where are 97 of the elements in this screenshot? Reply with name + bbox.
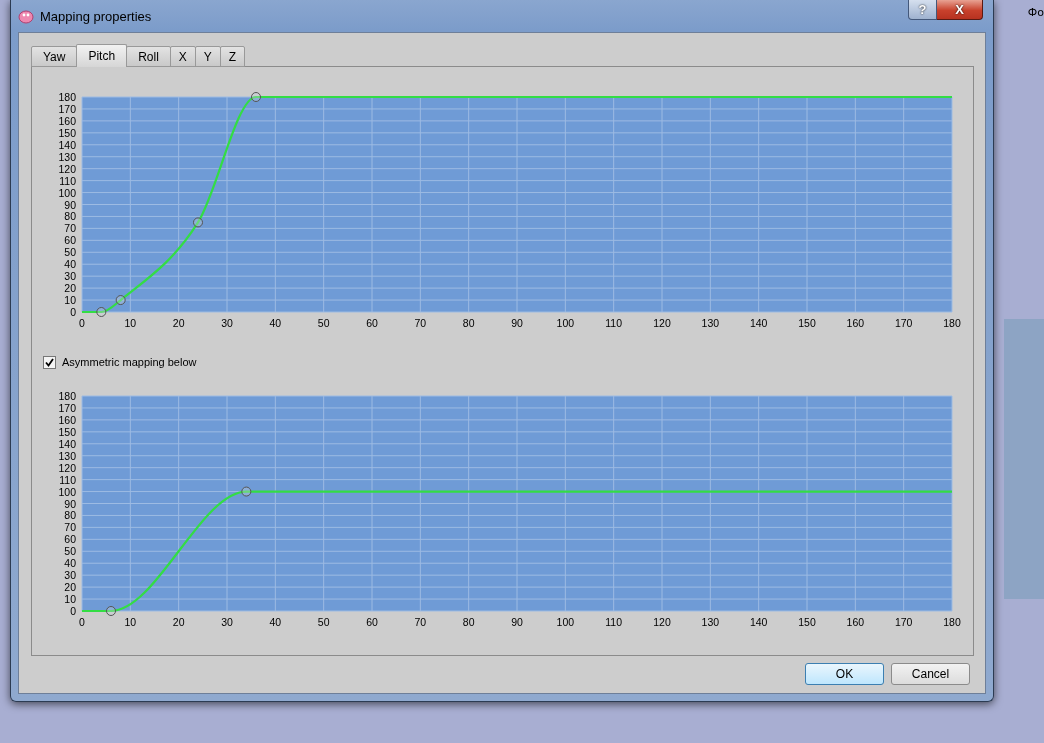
y-tick-label: 10 <box>64 593 76 606</box>
x-tick-label: 100 <box>556 616 575 628</box>
checkbox[interactable] <box>43 355 56 369</box>
x-tick-label: 120 <box>653 317 671 329</box>
y-tick-label: 70 <box>64 521 76 534</box>
tab[interactable]: Z <box>219 46 246 67</box>
y-tick-label: 150 <box>58 425 76 438</box>
x-tick-label: 90 <box>511 616 523 628</box>
x-tick-label: 20 <box>172 317 185 329</box>
tab[interactable]: Roll <box>126 46 171 67</box>
x-tick-label: 30 <box>221 616 233 628</box>
y-tick-label: 0 <box>70 306 76 318</box>
tab[interactable]: Yaw <box>31 46 78 67</box>
x-tick-label: 180 <box>943 616 961 628</box>
x-tick-label: 170 <box>894 616 913 628</box>
y-tick-label: 140 <box>58 138 76 151</box>
curve-point-handle[interactable] <box>115 295 126 306</box>
y-tick-label: 50 <box>64 246 76 259</box>
x-tick-label: 140 <box>749 317 768 329</box>
curve-point-handle[interactable] <box>251 92 261 102</box>
x-tick-label: 90 <box>511 317 523 329</box>
x-tick-label: 110 <box>605 616 623 628</box>
y-tick-label: 110 <box>59 174 76 187</box>
y-tick-label: 60 <box>64 533 76 546</box>
x-tick-label: 130 <box>701 616 720 628</box>
x-tick-label: 40 <box>269 317 282 329</box>
x-tick-label: 50 <box>317 317 330 329</box>
x-tick-label: 10 <box>124 317 137 329</box>
y-tick-label: 90 <box>64 497 76 510</box>
y-tick-label: 50 <box>64 545 76 558</box>
y-tick-label: 20 <box>64 581 76 594</box>
y-tick-label: 40 <box>64 557 76 570</box>
desktop-text: Фо <box>1027 6 1044 19</box>
x-tick-label: 80 <box>462 616 475 628</box>
tab[interactable]: Y <box>194 46 221 67</box>
x-tick-label: 110 <box>605 317 623 329</box>
y-tick-label: 100 <box>58 186 76 199</box>
y-tick-label: 30 <box>64 569 76 582</box>
y-tick-label: 150 <box>58 126 76 139</box>
x-tick-label: 70 <box>414 317 427 329</box>
y-tick-label: 180 <box>58 390 76 402</box>
x-tick-label: 60 <box>366 317 378 329</box>
x-tick-label: 20 <box>172 616 185 628</box>
x-tick-label: 40 <box>269 616 282 628</box>
y-tick-label: 20 <box>64 282 76 295</box>
y-tick-label: 0 <box>70 605 76 617</box>
close-button[interactable]: X <box>937 0 983 20</box>
x-tick-label: 0 <box>79 616 85 628</box>
y-tick-label: 30 <box>64 270 76 283</box>
window-title: Mapping properties <box>40 8 152 24</box>
y-tick-label: 80 <box>64 210 76 223</box>
x-tick-label: 150 <box>798 616 816 628</box>
y-tick-label: 120 <box>58 461 76 474</box>
curve-point-handle[interactable] <box>106 606 116 616</box>
x-tick-label: 160 <box>846 616 865 628</box>
dialog-button[interactable]: OK <box>805 663 884 685</box>
x-tick-label: 30 <box>221 317 233 329</box>
tab[interactable]: Pitch <box>76 44 128 67</box>
tab[interactable]: X <box>169 46 196 67</box>
x-tick-label: 50 <box>317 616 330 628</box>
app-icon <box>18 8 34 24</box>
curve-point-handle[interactable] <box>96 307 107 317</box>
y-tick-label: 170 <box>58 401 76 414</box>
y-tick-label: 130 <box>58 449 76 462</box>
x-tick-label: 180 <box>943 317 961 329</box>
x-tick-label: 10 <box>124 616 137 628</box>
y-tick-label: 100 <box>58 485 76 498</box>
x-tick-label: 150 <box>798 317 816 329</box>
y-tick-label: 70 <box>64 222 76 235</box>
x-tick-label: 120 <box>653 616 671 628</box>
x-tick-label: 130 <box>701 317 720 329</box>
x-tick-label: 70 <box>414 616 427 628</box>
x-tick-label: 0 <box>79 317 85 329</box>
y-tick-label: 170 <box>58 102 76 115</box>
y-tick-label: 90 <box>64 198 76 211</box>
y-tick-label: 110 <box>59 473 76 486</box>
y-tick-label: 160 <box>58 114 76 127</box>
y-tick-label: 60 <box>64 234 76 247</box>
check-icon <box>45 357 54 367</box>
x-tick-label: 170 <box>894 317 913 329</box>
y-tick-label: 10 <box>64 294 76 307</box>
curve-point-handle[interactable] <box>241 486 252 497</box>
x-tick-label: 160 <box>846 317 865 329</box>
dialog-button[interactable]: Cancel <box>891 663 970 685</box>
x-tick-label: 80 <box>462 317 475 329</box>
y-tick-label: 140 <box>58 437 76 450</box>
x-tick-label: 100 <box>556 317 575 329</box>
y-tick-label: 80 <box>64 509 76 522</box>
checkbox-label: Asymmetric mapping below <box>62 356 197 368</box>
y-tick-label: 120 <box>58 162 76 175</box>
x-tick-label: 140 <box>749 616 768 628</box>
curve-point-handle[interactable] <box>193 217 203 228</box>
y-tick-label: 40 <box>64 258 76 271</box>
y-tick-label: 130 <box>58 150 76 163</box>
x-tick-label: 60 <box>366 616 378 628</box>
y-tick-label: 180 <box>58 91 76 103</box>
y-tick-label: 160 <box>58 413 76 426</box>
